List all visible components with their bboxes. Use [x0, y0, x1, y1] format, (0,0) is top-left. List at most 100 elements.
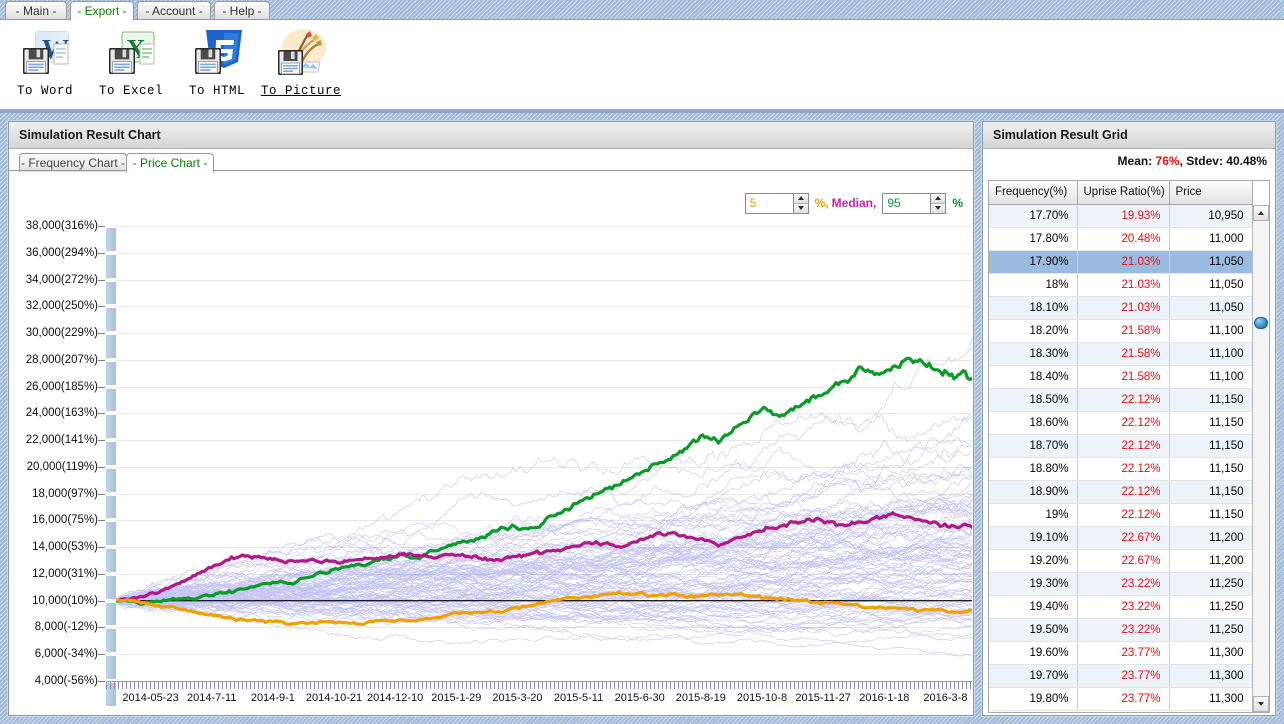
- scroll-down-button[interactable]: [1253, 696, 1269, 712]
- axis-band-segment: [106, 603, 116, 626]
- cell-frequency: 18.90%: [989, 480, 1077, 503]
- table-row[interactable]: 18.30%21.58%11,100: [989, 342, 1252, 365]
- axis-band-segment: [106, 496, 116, 519]
- lower-percentile-input[interactable]: [745, 193, 793, 214]
- cell-price: 11,150: [1169, 434, 1252, 457]
- upper-percentile-spin-buttons[interactable]: [930, 193, 946, 214]
- table-row[interactable]: 17.90%21.03%11,050: [989, 250, 1252, 273]
- ribbon-button-to-picture[interactable]: To Picture: [256, 26, 346, 106]
- table-row[interactable]: 18.80%22.12%11,150: [989, 457, 1252, 480]
- median-label: Median,: [832, 196, 877, 210]
- scrollbar-thumb[interactable]: [1254, 317, 1268, 329]
- price-chart-svg: [116, 226, 972, 681]
- y-axis-tick-label: 32,000(250%): [26, 300, 98, 312]
- plot-canvas[interactable]: [116, 226, 972, 681]
- result-grid[interactable]: Frequency(%) Uprise Ratio(%) Price 17.70…: [988, 180, 1270, 713]
- x-axis-tick-label: 2014-9-1: [251, 692, 295, 704]
- table-row[interactable]: 18.60%22.12%11,150: [989, 411, 1252, 434]
- cell-uprise-ratio: 22.12%: [1077, 411, 1169, 434]
- column-header-uprise-ratio[interactable]: Uprise Ratio(%): [1077, 181, 1169, 204]
- price-chart-plot[interactable]: 38,000(316%)36,000(294%)34,000(272%)32,0…: [10, 226, 972, 713]
- cell-price: 11,200: [1169, 549, 1252, 572]
- ribbon: - Main -- Export -- Account -- Help - W …: [0, 0, 1284, 113]
- table-row[interactable]: 18.50%22.12%11,150: [989, 388, 1252, 411]
- table-row[interactable]: 19.70%23.77%11,300: [989, 664, 1252, 687]
- cell-frequency: 19%: [989, 503, 1077, 526]
- cell-price: 11,100: [1169, 342, 1252, 365]
- grid-vertical-scrollbar[interactable]: [1252, 205, 1268, 712]
- ribbon-button-to-html[interactable]: To HTML: [172, 26, 262, 106]
- ribbon-tab-export[interactable]: - Export -: [70, 1, 134, 21]
- lower-percentile-decrement-button[interactable]: [794, 203, 808, 213]
- axis-band-segment: [106, 549, 116, 572]
- cell-price: 11,150: [1169, 503, 1252, 526]
- table-row[interactable]: 18.40%21.58%11,100: [989, 365, 1252, 388]
- lower-percentile-spin-buttons[interactable]: [793, 193, 809, 214]
- ribbon-tab-help[interactable]: - Help -: [214, 1, 270, 20]
- x-axis-tick-label: 2015-10-8: [737, 692, 787, 704]
- ribbon-tab-account[interactable]: - Account -: [137, 1, 211, 20]
- ribbon-button-label: To Word: [17, 84, 73, 98]
- table-row[interactable]: 18.90%22.12%11,150: [989, 480, 1252, 503]
- caret-up-icon: [1258, 211, 1264, 215]
- cell-price: 11,150: [1169, 480, 1252, 503]
- cell-price: 11,300: [1169, 687, 1252, 710]
- ribbon-button-to-excel[interactable]: X To Excel: [86, 26, 176, 106]
- chart-tab-price[interactable]: - Price Chart -: [126, 153, 214, 173]
- y-axis-tick-mark: [98, 440, 105, 441]
- x-axis-tick-label: 2014-05-23: [122, 692, 178, 704]
- save-word-icon: W: [18, 26, 72, 80]
- table-header-row: Frequency(%) Uprise Ratio(%) Price: [989, 181, 1252, 204]
- cell-uprise-ratio: 21.58%: [1077, 365, 1169, 388]
- cell-frequency: 19.20%: [989, 549, 1077, 572]
- table-row[interactable]: 19.50%23.22%11,250: [989, 618, 1252, 641]
- x-axis-tick-label: 2015-6-30: [615, 692, 665, 704]
- upper-percentile-input[interactable]: [882, 193, 930, 214]
- column-header-price[interactable]: Price: [1169, 181, 1252, 204]
- y-axis-tick-label: 30,000(229%): [26, 327, 98, 339]
- y-axis-tick-mark: [98, 253, 105, 254]
- table-row[interactable]: 19.60%23.77%11,300: [989, 641, 1252, 664]
- table-row[interactable]: 19.20%22.67%11,200: [989, 549, 1252, 572]
- y-axis-tick-mark: [98, 494, 105, 495]
- table-row[interactable]: 19.30%23.22%11,250: [989, 572, 1252, 595]
- y-axis-tick-label: 38,000(316%): [26, 220, 98, 232]
- lower-percentile-increment-button[interactable]: [794, 194, 808, 203]
- y-axis-tick-label: 34,000(272%): [26, 274, 98, 286]
- axis-band-segment: [106, 282, 116, 305]
- ribbon-tab-main[interactable]: - Main -: [5, 1, 67, 20]
- x-axis-tick-label: 2016-3-8: [923, 692, 967, 704]
- axis-band-segment: [106, 362, 116, 385]
- table-row[interactable]: 19.40%23.22%11,250: [989, 595, 1252, 618]
- table-row[interactable]: 18.70%22.12%11,150: [989, 434, 1252, 457]
- cell-price: 11,100: [1169, 319, 1252, 342]
- upper-percentile-increment-button[interactable]: [931, 194, 945, 203]
- column-header-frequency[interactable]: Frequency(%): [989, 181, 1077, 204]
- cell-uprise-ratio: 21.03%: [1077, 273, 1169, 296]
- cell-uprise-ratio: 21.03%: [1077, 250, 1169, 273]
- save-picture-icon: [274, 26, 328, 80]
- lower-percentile-stepper[interactable]: [745, 193, 809, 214]
- table-row[interactable]: 17.80%20.48%11,000: [989, 227, 1252, 250]
- table-row[interactable]: 18%21.03%11,050: [989, 273, 1252, 296]
- y-axis-tick-label: 4,000(-56%): [35, 675, 98, 687]
- table-row[interactable]: 17.70%19.93%10,950: [989, 204, 1252, 227]
- axis-band-segment: [106, 308, 116, 331]
- table-row[interactable]: 19%22.12%11,150: [989, 503, 1252, 526]
- axis-band-segment: [106, 228, 116, 251]
- table-row[interactable]: 19.10%22.67%11,200: [989, 526, 1252, 549]
- cell-price: 11,150: [1169, 411, 1252, 434]
- y-axis-tick-label: 10,000(10%): [32, 595, 98, 607]
- table-row[interactable]: 18.20%21.58%11,100: [989, 319, 1252, 342]
- table-row[interactable]: 18.10%21.03%11,050: [989, 296, 1252, 319]
- upper-percentile-stepper[interactable]: [882, 193, 946, 214]
- axis-band-segment: [106, 335, 116, 358]
- upper-percentile-decrement-button[interactable]: [931, 203, 945, 213]
- y-axis-tick-mark: [98, 387, 105, 388]
- y-axis-tick-mark: [98, 306, 105, 307]
- scroll-up-button[interactable]: [1253, 205, 1269, 221]
- cell-uprise-ratio: 21.03%: [1077, 296, 1169, 319]
- table-row[interactable]: 19.80%23.77%11,300: [989, 687, 1252, 710]
- ribbon-button-to-word[interactable]: W To Word: [0, 26, 90, 106]
- cell-price: 11,050: [1169, 250, 1252, 273]
